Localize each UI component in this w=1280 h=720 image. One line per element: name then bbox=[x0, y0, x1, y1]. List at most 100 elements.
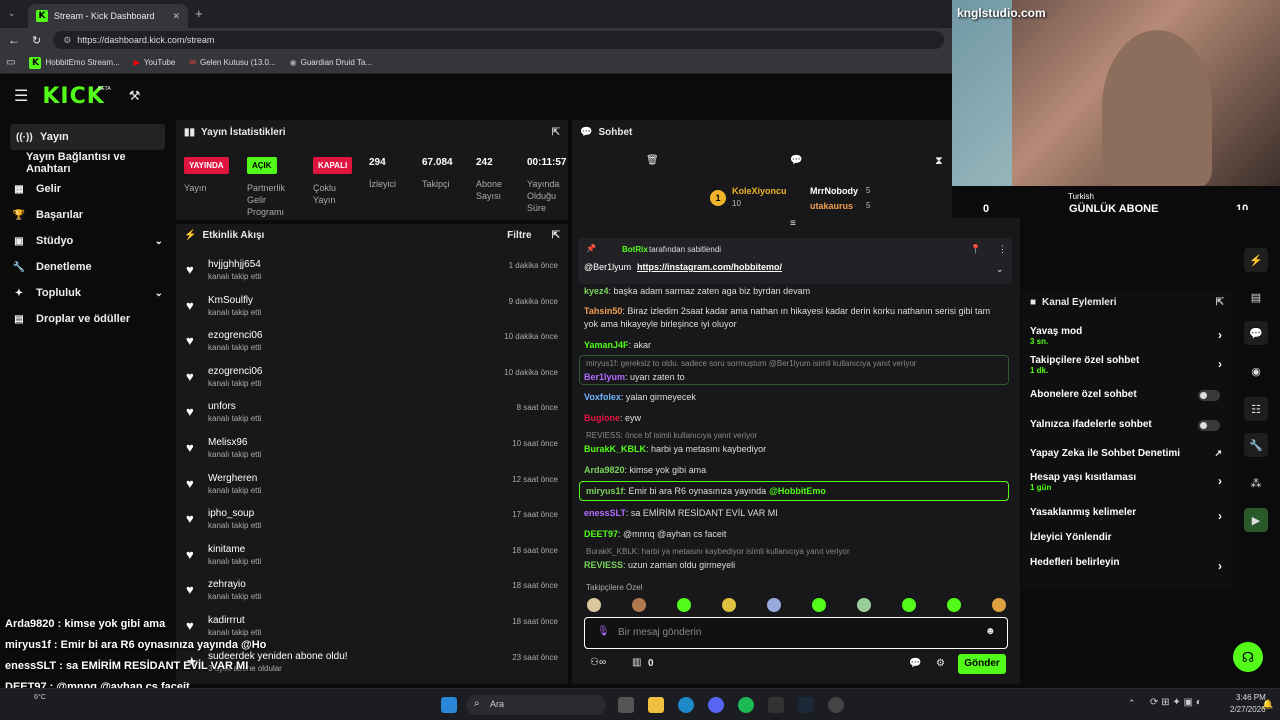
notification-icon[interactable]: 🔔 bbox=[1262, 699, 1273, 710]
tray-chevron-icon[interactable]: ⌃ bbox=[1128, 698, 1136, 709]
top-user-3[interactable]: utakaurus bbox=[810, 201, 853, 211]
close-tab-icon[interactable]: ✕ bbox=[172, 11, 180, 22]
channel-action-item[interactable]: Yalnızca ifadelerle sohbet bbox=[1030, 419, 1222, 431]
send-button[interactable]: Gönder bbox=[958, 654, 1006, 674]
top-user-1[interactable]: KoleXiyoncu bbox=[732, 186, 787, 196]
kick-logo[interactable]: KICK bbox=[42, 84, 104, 109]
chat-username[interactable]: enessSLT bbox=[584, 508, 626, 518]
discord-icon[interactable] bbox=[708, 697, 724, 713]
toggle-switch[interactable] bbox=[1198, 390, 1220, 401]
chat-username[interactable]: BurakK_KBLK bbox=[584, 444, 646, 454]
emote-icon[interactable] bbox=[677, 598, 691, 612]
spotify-icon[interactable] bbox=[738, 697, 754, 713]
feed-item[interactable]: ♥ ezogrenci06 kanalı takip etti 10 dakika ö… bbox=[186, 330, 558, 364]
chat-username[interactable]: Tahsin50 bbox=[584, 306, 622, 316]
new-tab-icon[interactable]: + bbox=[195, 6, 203, 21]
support-button[interactable]: ☊ bbox=[1233, 642, 1263, 672]
browser-tab[interactable]: K Stream - Kick Dashboard ✕ bbox=[28, 4, 188, 28]
channel-action-item[interactable]: Yavaş mod 3 sn. › bbox=[1030, 326, 1222, 346]
chat-mention[interactable]: @HobbitEmo bbox=[769, 486, 826, 496]
emote-icon[interactable] bbox=[902, 598, 916, 612]
terminal-icon[interactable] bbox=[768, 697, 784, 713]
sidebar-item-yayin[interactable]: ((·)) Yayın bbox=[10, 124, 165, 150]
bookmark-guardian-druid[interactable]: ◉ Guardian Druid Ta... bbox=[290, 58, 372, 67]
emote-icon[interactable] bbox=[587, 598, 601, 612]
mic-icon[interactable]: 🎙 bbox=[597, 626, 610, 637]
more-options-icon[interactable]: ⋮ bbox=[998, 244, 1007, 255]
chevron-down-icon[interactable]: ⌄ bbox=[996, 264, 1004, 275]
chat-username[interactable]: Arda9820 bbox=[584, 465, 625, 475]
site-info-icon[interactable]: ⚙ bbox=[63, 35, 71, 46]
emoji-icon[interactable]: ☻ bbox=[985, 626, 996, 637]
back-icon[interactable]: ← bbox=[8, 33, 20, 47]
bookmark-hobbitemo[interactable]: K HobbitEmo Stream... bbox=[29, 56, 120, 69]
rail-wrench-button[interactable]: 🔧 bbox=[1244, 433, 1268, 457]
feed-item[interactable]: ♥ Wergheren kanalı takip etti 12 saat önce bbox=[186, 473, 558, 507]
tab-list-icon[interactable]: ⌄ bbox=[8, 8, 16, 19]
chat-username[interactable]: REVIESS bbox=[584, 560, 623, 570]
obs-icon[interactable] bbox=[828, 697, 844, 713]
popout-icon[interactable]: ⇱ bbox=[552, 127, 560, 138]
chat-username[interactable]: Ber1lyum bbox=[584, 372, 625, 382]
feed-item[interactable]: ♥ hvjjghhjj654 kanalı takip etti 1 dakika ö… bbox=[186, 259, 558, 293]
emote-icon[interactable] bbox=[947, 598, 961, 612]
chat-username[interactable]: miryus1f bbox=[586, 486, 624, 496]
moderation-hammer-icon[interactable]: ⚒ bbox=[129, 88, 141, 104]
clock-date[interactable]: 2/27/2026 bbox=[1230, 705, 1266, 714]
feed-item[interactable]: ♥ Melisx96 kanalı takip etti 10 saat önce bbox=[186, 437, 558, 471]
rail-nodes-button[interactable]: ⁂ bbox=[1244, 471, 1268, 495]
chat-username[interactable]: YamanJ4F bbox=[584, 340, 629, 350]
channel-action-item[interactable]: Yasaklanmış kelimeler › bbox=[1030, 507, 1222, 523]
sidebar-item-gelir[interactable]: ▦ Gelir bbox=[0, 176, 175, 202]
gear-icon[interactable]: ⚙ bbox=[936, 658, 945, 669]
chat-icon[interactable]: 💬 bbox=[909, 658, 921, 669]
feed-item[interactable]: ♥ unfors kanalı takip etti 8 saat önce bbox=[186, 401, 558, 435]
emote-icon[interactable] bbox=[857, 598, 871, 612]
bookmark-gmail[interactable]: ✉ Gelen Kutusu (13.0... bbox=[189, 58, 275, 67]
task-view-icon[interactable] bbox=[618, 697, 634, 713]
popout-icon[interactable]: ⇱ bbox=[552, 230, 560, 241]
filter-button[interactable]: Filtre bbox=[507, 230, 531, 241]
rail-notes-button[interactable]: ▤ bbox=[1244, 285, 1268, 309]
feed-item[interactable]: ♥ ipho_soup kanalı takip etti 17 saat önce bbox=[186, 508, 558, 542]
channel-action-item[interactable]: Yapay Zeka ile Sohbet Denetimi ↗ bbox=[1030, 448, 1222, 459]
emote-icon[interactable] bbox=[992, 598, 1006, 612]
toggle-switch[interactable] bbox=[1198, 420, 1220, 431]
chat-username[interactable]: Voxfolex bbox=[584, 392, 621, 402]
edge-icon[interactable] bbox=[678, 697, 694, 713]
steam-icon[interactable] bbox=[798, 697, 814, 713]
sidebar-item-basarilar[interactable]: 🏆 Başarılar bbox=[0, 202, 175, 228]
rail-clip-button[interactable]: ▶ bbox=[1244, 508, 1268, 532]
chat-settings-icon[interactable]: 💬 bbox=[790, 155, 802, 166]
url-field[interactable]: ⚙ https://dashboard.kick.com/stream bbox=[53, 31, 944, 49]
bookmark-youtube[interactable]: ▶ YouTube bbox=[134, 58, 176, 67]
feed-item[interactable]: ♥ KmSoulfly kanalı takip etti 9 dakika önce bbox=[186, 295, 558, 329]
unpin-icon[interactable]: 📍 bbox=[970, 244, 981, 255]
taskbar-search[interactable]: ⌕ Ara bbox=[466, 695, 606, 715]
rail-list-button[interactable]: ☷ bbox=[1244, 397, 1268, 421]
channel-action-item[interactable]: Hedefleri belirleyin › bbox=[1030, 557, 1222, 573]
rail-chat-button[interactable]: 💬 bbox=[1244, 321, 1268, 345]
hourglass-icon[interactable]: ⧗ bbox=[935, 155, 943, 168]
file-explorer-icon[interactable] bbox=[648, 697, 664, 713]
collapse-icon[interactable]: ≡ bbox=[790, 218, 796, 229]
tray-icons[interactable]: ⟳ ⊞ ✦ ▣ ◐ bbox=[1150, 697, 1202, 708]
feed-item[interactable]: ♥ zehrayio kanalı takip etti 18 saat önce bbox=[186, 579, 558, 613]
trash-icon[interactable]: 🗑 bbox=[646, 155, 659, 166]
feed-item[interactable]: ♥ kinitame kanalı takip etti 18 saat önce bbox=[186, 544, 558, 578]
sidebar-item-topluluk[interactable]: ✦ Topluluk ⌄ bbox=[0, 280, 175, 306]
menu-icon[interactable]: ☰ bbox=[14, 86, 28, 106]
channel-action-item[interactable]: Abonelere özel sohbet bbox=[1030, 389, 1222, 401]
sidebar-item-stream-key[interactable]: Yayın Bağlantısı ve Anahtarı bbox=[0, 150, 175, 176]
reload-icon[interactable]: ↻ bbox=[32, 34, 41, 47]
emote-icon[interactable] bbox=[767, 598, 781, 612]
sidebar-item-denetleme[interactable]: 🔧 Denetleme bbox=[0, 254, 175, 280]
feed-item[interactable]: ♥ ezogrenci06 kanalı takip etti 10 dakika ö… bbox=[186, 366, 558, 400]
rail-broadcast-button[interactable]: ◉ bbox=[1244, 359, 1268, 383]
emote-icon[interactable] bbox=[632, 598, 646, 612]
apps-icon[interactable]: ▭ bbox=[6, 57, 15, 68]
emote-icon[interactable] bbox=[812, 598, 826, 612]
chat-username[interactable]: Bugione bbox=[584, 413, 620, 423]
channel-action-item[interactable]: İzleyici Yönlendir bbox=[1030, 532, 1222, 543]
chat-username[interactable]: DEET97 bbox=[584, 529, 618, 539]
